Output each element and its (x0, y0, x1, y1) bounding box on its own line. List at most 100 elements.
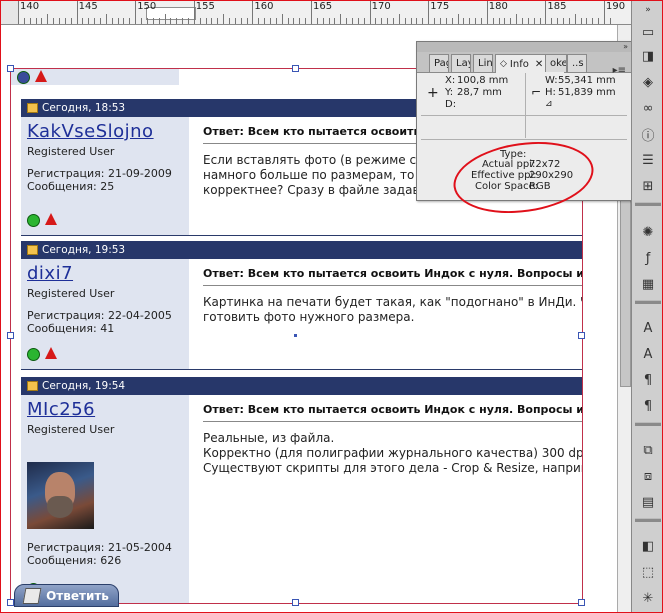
panel-title-bar[interactable]: » (417, 42, 632, 52)
frame-handle-top-center[interactable] (292, 65, 299, 72)
ruler-tick (199, 18, 201, 24)
ruler-number: 180 (488, 1, 508, 12)
ruler-tick (205, 18, 207, 24)
dock-collapse-icon[interactable]: » (637, 0, 659, 20)
close-icon[interactable]: ✕ (535, 59, 543, 70)
panel-tabs: Pag Lay Lin ◇ Info ✕ oke ..s ▸≡ (417, 52, 632, 76)
ruler-tick (328, 18, 330, 24)
gradient-icon[interactable]: ✳ (637, 588, 659, 608)
ruler-tick (439, 18, 441, 24)
post-text-line: Существуют скрипты для этого дела - Crop… (203, 461, 583, 475)
post-text-line: корректнее? Сразу в файле задава (203, 183, 427, 197)
post-date: Сегодня, 18:53 (42, 102, 126, 114)
username-link[interactable]: MIc256 (27, 399, 95, 420)
post-body: Ответ: Всем кто пытается освоить Индок с… (197, 395, 582, 603)
ruler-tick (234, 18, 236, 24)
ruler-tick (64, 18, 66, 24)
ruler-tick (281, 14, 283, 24)
ruler-number: 150 (137, 1, 157, 12)
ruler-tick (580, 18, 582, 24)
message-count: Сообщения: 626 (27, 554, 122, 567)
y-value: 28,7 mm (457, 87, 502, 98)
ruler-tick (123, 18, 125, 24)
ruler-number: 165 (313, 1, 333, 12)
post-title: Ответ: Всем кто пытается освоить Индок с… (203, 267, 583, 280)
ruler-tick (41, 18, 43, 24)
character-styles-icon[interactable]: A (637, 344, 659, 364)
align-icon[interactable]: ☰ (637, 150, 659, 170)
user-stats: Регистрация: 21-09-2009 Сообщения: 25 (27, 167, 172, 193)
ruler-tick (451, 18, 453, 24)
ruler-tick (135, 0, 137, 24)
stroke-icon[interactable]: ▭ (637, 22, 659, 42)
ruler-tick (258, 18, 260, 24)
table-styles-icon[interactable]: ▤ (637, 492, 659, 512)
ruler-tick (316, 18, 318, 24)
post-body: Ответ: Всем кто пытается освоить Индок с… (197, 259, 582, 369)
layers-icon[interactable]: ◈ (637, 72, 659, 92)
ruler-tick (381, 18, 383, 24)
user-column: KakVseSlojno Registered User Регистрация… (21, 117, 189, 235)
post-text: Если вставлять фото (в режиме сса намног… (203, 153, 432, 198)
reply-button[interactable]: Ответить (14, 584, 119, 607)
ruler-tick (557, 18, 559, 24)
paragraph-icon[interactable]: ¶ (637, 370, 659, 390)
pages-icon[interactable]: ⧈ (637, 466, 659, 486)
tab-links[interactable]: Lin (473, 54, 493, 72)
ruler-tick (480, 18, 482, 24)
user-column-partial (11, 69, 179, 85)
links-icon[interactable]: ∞ (637, 98, 659, 118)
ruler-tick (521, 18, 523, 24)
effects-icon[interactable]: ƒ (637, 248, 659, 268)
date-icon (27, 103, 38, 113)
swatches-icon[interactable]: ✺ (637, 222, 659, 242)
ruler-tick (363, 18, 365, 24)
ruler-tick (410, 18, 412, 24)
frame-handle-bottom-left[interactable] (7, 599, 14, 606)
character-icon[interactable]: A (637, 318, 659, 338)
post-text-line: Реальные, из файла. (203, 431, 335, 445)
ruler-tick (393, 18, 395, 24)
tab-layers[interactable]: Lay (451, 54, 471, 72)
tab-stroke[interactable]: oke (545, 54, 567, 72)
ruler-tick (416, 18, 418, 24)
frame-handle-middle-right[interactable] (578, 332, 585, 339)
object-styles-icon[interactable]: ⧉ (637, 440, 659, 460)
collapse-icon[interactable]: » (623, 42, 628, 51)
ruler-tick (252, 0, 254, 24)
frame-handle-middle-left[interactable] (7, 332, 14, 339)
info-icon[interactable]: ⓘ (637, 124, 659, 144)
ruler-tick (598, 18, 600, 24)
ruler-tick (158, 18, 160, 24)
table-icon[interactable]: ▦ (637, 274, 659, 294)
ruler-tick (498, 18, 500, 24)
ruler-tick (434, 18, 436, 24)
warning-icon[interactable] (45, 347, 57, 359)
pathfinder-icon[interactable]: ◧ (637, 536, 659, 556)
frame-handle-bottom-right[interactable] (578, 599, 585, 606)
ruler-tick (486, 0, 488, 24)
date-icon (27, 381, 38, 391)
ruler-tick (82, 18, 84, 24)
message-count: Сообщения: 41 (27, 322, 115, 335)
wrap-icon[interactable]: ⬚ (637, 562, 659, 582)
color-swatch-icon[interactable]: ◨ (637, 46, 659, 66)
username-link[interactable]: KakVseSlojno (27, 121, 154, 142)
ruler-tick (568, 18, 570, 24)
paragraph-styles-icon[interactable]: ¶ (637, 396, 659, 416)
tab-more[interactable]: ..s (567, 54, 587, 72)
size-icon: ⌐ (531, 85, 542, 99)
username-link[interactable]: dixi7 (27, 263, 73, 284)
ruler-tick (76, 0, 78, 24)
warning-icon[interactable] (45, 213, 57, 225)
frame-handle-top-left[interactable] (7, 65, 14, 72)
frame-handle-bottom-center[interactable] (292, 599, 299, 606)
user-role: Registered User (27, 423, 115, 436)
ruler-tick (269, 18, 271, 24)
ruler-tick (463, 18, 465, 24)
ruler-tick (246, 18, 248, 24)
post-header: Сегодня, 19:54 (21, 377, 582, 395)
tab-pages[interactable]: Pag (429, 54, 449, 72)
transform-icon[interactable]: ⊞ (637, 176, 659, 196)
ruler-tick (129, 18, 131, 24)
